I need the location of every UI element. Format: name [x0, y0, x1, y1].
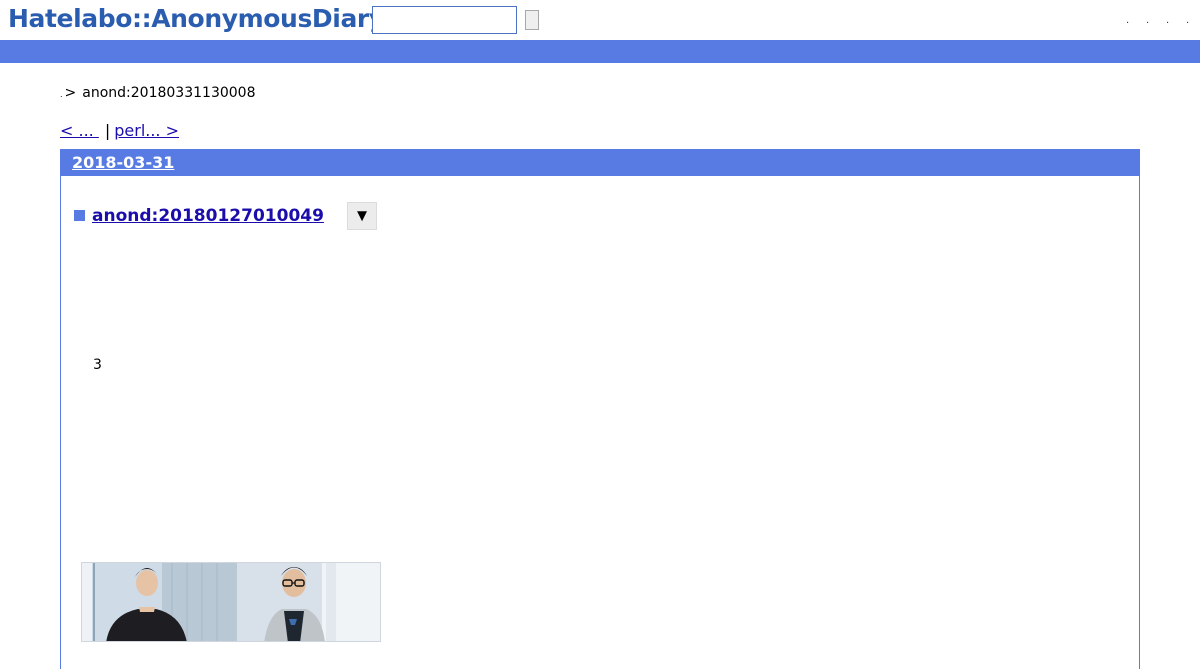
square-anchor-icon[interactable]: [72, 210, 88, 225]
entry-title-link[interactable]: anond:20180127010049: [92, 205, 324, 227]
entry-photo[interactable]: [81, 562, 381, 642]
prev-entry-link[interactable]: < ...: [60, 121, 99, 140]
header-link-3[interactable]: .: [1166, 14, 1169, 28]
entry-menu-toggle-button[interactable]: ▼: [347, 202, 377, 230]
breadcrumb-separator: >: [64, 85, 77, 101]
header-links: . . . .: [1124, 14, 1194, 28]
day-header: 2018-03-31: [61, 150, 1139, 176]
search-input[interactable]: [372, 6, 517, 34]
site-header: Hatelabo::AnonymousDiary . . . .: [0, 0, 1200, 40]
breadcrumb-home-link[interactable]: .: [60, 90, 63, 99]
day-section: 2018-03-31 anond:20180127010049 ▼ 3: [60, 149, 1140, 669]
entry-body-text: 3: [93, 357, 102, 373]
breadcrumb-current: anond:20180331130008: [82, 85, 256, 101]
day-date-link[interactable]: 2018-03-31: [72, 153, 174, 172]
site-logo[interactable]: Hatelabo::AnonymousDiary: [8, 3, 385, 35]
header-link-1[interactable]: .: [1126, 14, 1129, 28]
header-link-4[interactable]: .: [1186, 14, 1189, 28]
breadcrumb: . > anond:20180331130008: [60, 84, 255, 104]
pager: < ... | perl... >: [60, 121, 179, 141]
pager-separator: |: [104, 121, 111, 140]
header-bar: [0, 40, 1200, 63]
header-link-2[interactable]: .: [1146, 14, 1149, 28]
next-entry-link[interactable]: perl... >: [114, 121, 179, 140]
photo-illustration: [82, 563, 380, 641]
search-button[interactable]: [525, 10, 539, 30]
